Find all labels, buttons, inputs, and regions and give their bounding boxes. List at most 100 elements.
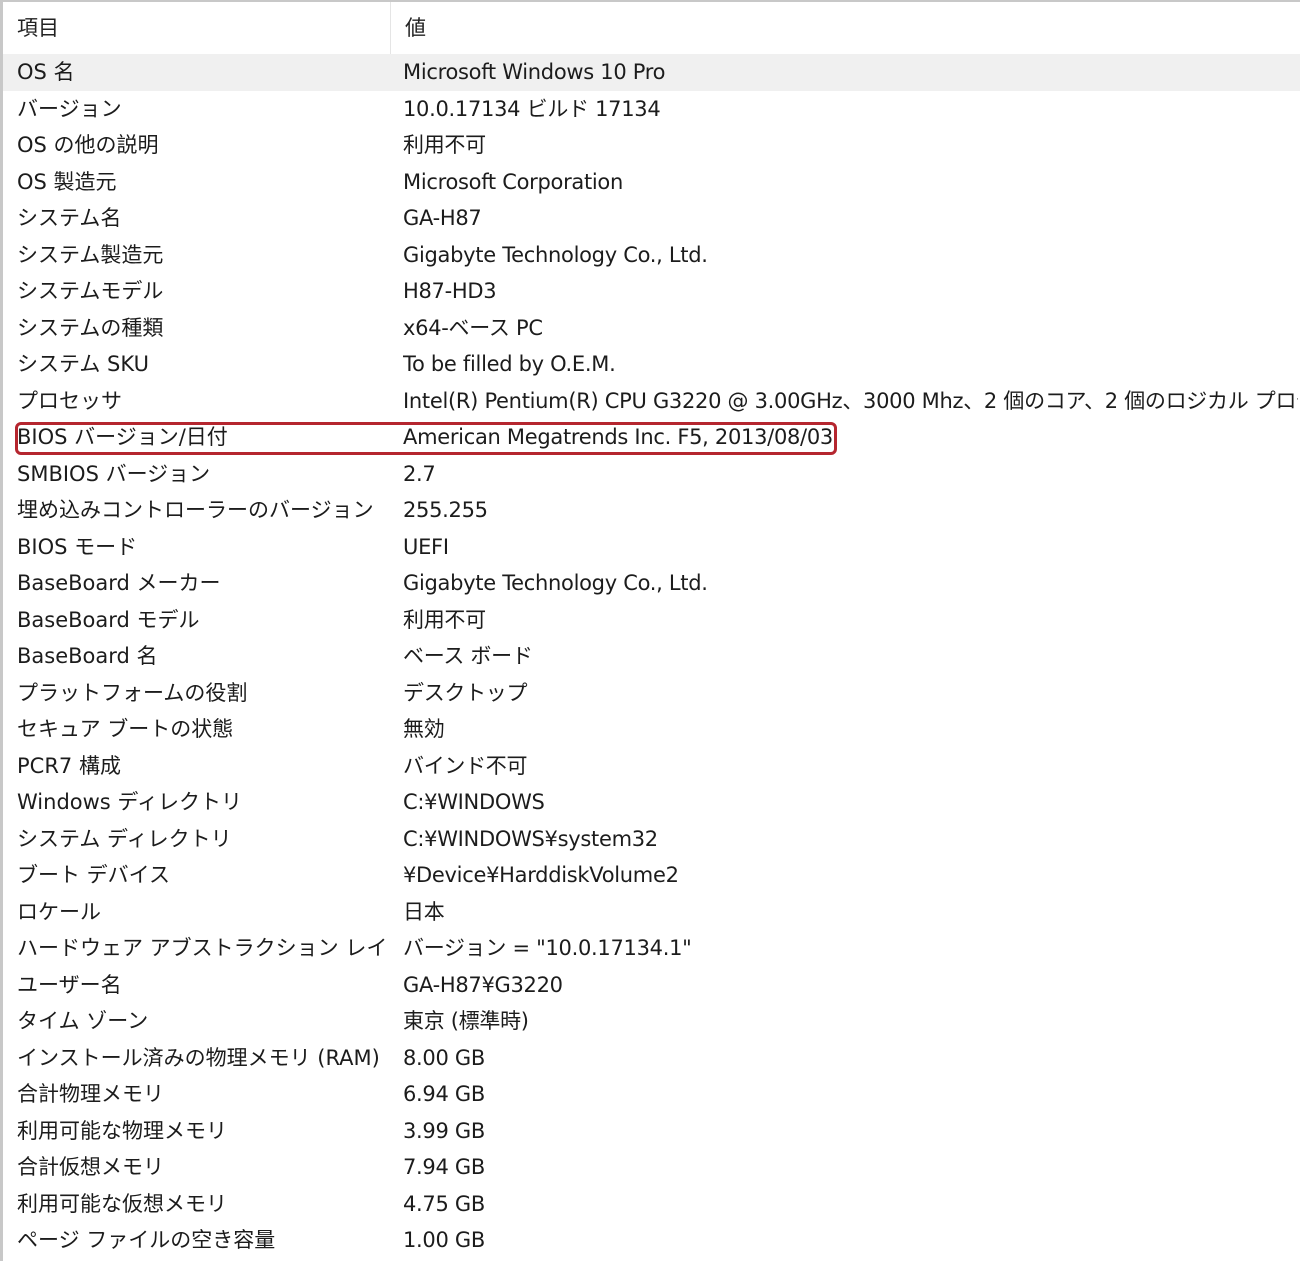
column-header-item[interactable]: 項目 xyxy=(3,2,390,54)
row-item-label: システム ディレクトリ xyxy=(17,826,232,851)
row-value: 2.7 xyxy=(403,461,436,486)
list-row[interactable]: システムモデル H87-HD3 xyxy=(3,273,1300,310)
row-item-label: BaseBoard メーカー xyxy=(17,571,221,595)
row-value: デスクトップ xyxy=(403,680,528,705)
row-item-label: BIOS モード xyxy=(17,534,138,559)
row-value: 3.99 GB xyxy=(403,1118,486,1143)
row-item-label: OS 製造元 xyxy=(17,169,117,194)
row-item-label: ロケール xyxy=(17,899,101,924)
row-value: American Megatrends Inc. F5, 2013/08/03 xyxy=(403,425,833,449)
row-item-label: システム製造元 xyxy=(17,242,164,267)
column-header-row: 項目 値 xyxy=(3,2,1300,54)
list-row[interactable]: システム ディレクトリ C:¥WINDOWS¥system32 xyxy=(3,821,1300,858)
list-row[interactable]: タイム ゾーン 東京 (標準時) xyxy=(3,1003,1300,1040)
row-item-label: Windows ディレクトリ xyxy=(17,790,242,814)
row-item-label: 合計物理メモリ xyxy=(17,1082,164,1106)
row-value: 6.94 GB xyxy=(403,1082,486,1106)
row-item-label: システムモデル xyxy=(17,279,164,303)
list-row[interactable]: ロケール 日本 xyxy=(3,894,1300,931)
row-item-label: タイム ゾーン xyxy=(17,1009,149,1033)
list-row[interactable]: 利用可能な物理メモリ 3.99 GB xyxy=(3,1113,1300,1150)
row-item-label: システム名 xyxy=(17,206,122,230)
row-item-label: システムの種類 xyxy=(17,315,164,340)
list-row[interactable]: システム製造元 Gigabyte Technology Co., Ltd. xyxy=(3,237,1300,274)
row-item-label: ハードウェア アブストラクション レイヤー xyxy=(17,936,387,960)
row-value: ¥Device¥HarddiskVolume2 xyxy=(403,863,679,887)
row-value: 4.75 GB xyxy=(403,1191,486,1216)
row-value: 255.255 xyxy=(403,498,488,522)
row-value: ベース ボード xyxy=(403,644,533,668)
system-summary-list[interactable]: 項目 値 OS 名 Microsoft Windows 10 Pro バージョン 10… xyxy=(3,2,1300,1261)
row-item-label: 合計仮想メモリ xyxy=(17,1155,164,1179)
row-value: バインド不可 xyxy=(403,753,528,778)
row-item-label: BaseBoard モデル xyxy=(17,607,200,632)
row-value: C:¥WINDOWS¥system32 xyxy=(403,826,658,851)
list-row[interactable]: PCR7 構成 バインド不可 xyxy=(3,748,1300,785)
row-item-label: OS の他の説明 xyxy=(17,133,159,157)
row-item-label: 埋め込みコントローラーのバージョン xyxy=(17,498,374,522)
list-row[interactable]: BIOS モード UEFI xyxy=(3,529,1300,566)
row-item-label: プラットフォームの役割 xyxy=(17,680,248,705)
list-row[interactable]: システムの種類 x64-ベース PC xyxy=(3,310,1300,347)
list-row[interactable]: ページ ファイルの空き容量 1.00 GB xyxy=(3,1222,1300,1259)
row-value: GA-H87¥G3220 xyxy=(403,972,563,997)
list-row[interactable]: 埋め込みコントローラーのバージョン 255.255 xyxy=(3,492,1300,529)
row-item-label: ページ ファイルの空き容量 xyxy=(17,1228,276,1252)
list-row[interactable]: SMBIOS バージョン 2.7 xyxy=(3,456,1300,493)
list-row[interactable]: システム SKU To be filled by O.E.M. xyxy=(3,346,1300,383)
list-row[interactable]: プラットフォームの役割 デスクトップ xyxy=(3,675,1300,712)
row-value: 1.00 GB xyxy=(403,1228,486,1252)
row-value: 10.0.17134 ビルド 17134 xyxy=(403,96,661,121)
row-item-label: 利用可能な仮想メモリ xyxy=(17,1191,227,1216)
list-row[interactable]: 合計仮想メモリ 7.94 GB xyxy=(3,1149,1300,1186)
list-row[interactable]: OS 製造元 Microsoft Corporation xyxy=(3,164,1300,201)
list-row[interactable]: プロセッサ Intel(R) Pentium(R) CPU G3220 @ 3.0… xyxy=(3,383,1300,420)
list-row[interactable]: BaseBoard メーカー Gigabyte Technology Co., L… xyxy=(3,565,1300,602)
row-value: 東京 (標準時) xyxy=(403,1009,529,1033)
row-item-label: SMBIOS バージョン xyxy=(17,461,211,486)
list-row[interactable]: ハードウェア アブストラクション レイヤーバージョン = "10.0.17134… xyxy=(3,930,1300,967)
row-item-label: OS 名 xyxy=(17,60,75,84)
list-row[interactable]: 合計物理メモリ 6.94 GB xyxy=(3,1076,1300,1113)
row-value: C:¥WINDOWS xyxy=(403,790,545,814)
row-value: To be filled by O.E.M. xyxy=(403,352,616,376)
row-value: GA-H87 xyxy=(403,206,482,230)
list-row[interactable]: BIOS バージョン/日付 American Megatrends Inc. F5… xyxy=(3,419,1300,456)
column-header-value[interactable]: 値 xyxy=(390,2,1300,54)
list-row[interactable]: ユーザー名 GA-H87¥G3220 xyxy=(3,967,1300,1004)
row-value: 無効 xyxy=(403,717,445,741)
row-item-label: PCR7 構成 xyxy=(17,753,121,778)
row-item-label: ブート デバイス xyxy=(17,863,171,887)
row-value: バージョン = "10.0.17134.1" xyxy=(403,936,692,960)
list-row[interactable]: バージョン 10.0.17134 ビルド 17134 xyxy=(3,91,1300,128)
row-item-label: 利用可能な物理メモリ xyxy=(17,1118,227,1143)
row-value: 利用不可 xyxy=(403,133,486,157)
list-row[interactable]: システム名 GA-H87 xyxy=(3,200,1300,237)
list-row[interactable]: OS 名 Microsoft Windows 10 Pro xyxy=(3,54,1300,91)
list-row[interactable]: セキュア ブートの状態 無効 xyxy=(3,711,1300,748)
list-row[interactable]: Windows ディレクトリ C:¥WINDOWS xyxy=(3,784,1300,821)
row-item-label: BaseBoard 名 xyxy=(17,644,158,668)
row-item-label: バージョン xyxy=(17,96,122,121)
row-value: 7.94 GB xyxy=(403,1155,486,1179)
list-rows: OS 名 Microsoft Windows 10 Pro バージョン 10.0.17… xyxy=(3,54,1300,1259)
row-value: H87-HD3 xyxy=(403,279,497,303)
row-item-label: システム SKU xyxy=(17,352,149,376)
row-item-label: ユーザー名 xyxy=(17,972,122,997)
row-item-label: セキュア ブートの状態 xyxy=(17,717,234,741)
row-value: 日本 xyxy=(403,899,445,924)
row-item-label: プロセッサ xyxy=(17,388,122,413)
row-value: Gigabyte Technology Co., Ltd. xyxy=(403,571,708,595)
list-row[interactable]: BaseBoard モデル 利用不可 xyxy=(3,602,1300,639)
list-row[interactable]: インストール済みの物理メモリ (RAM) 8.00 GB xyxy=(3,1040,1300,1077)
list-row[interactable]: BaseBoard 名 ベース ボード xyxy=(3,638,1300,675)
row-item-label: インストール済みの物理メモリ (RAM) xyxy=(17,1045,380,1070)
row-value: 8.00 GB xyxy=(403,1045,486,1070)
list-row[interactable]: OS の他の説明 利用不可 xyxy=(3,127,1300,164)
row-value: Microsoft Corporation xyxy=(403,169,623,194)
list-row[interactable]: ブート デバイス ¥Device¥HarddiskVolume2 xyxy=(3,857,1300,894)
row-value: UEFI xyxy=(403,534,449,559)
row-value: Microsoft Windows 10 Pro xyxy=(403,60,666,84)
row-value: x64-ベース PC xyxy=(403,315,543,340)
list-row[interactable]: 利用可能な仮想メモリ 4.75 GB xyxy=(3,1186,1300,1223)
